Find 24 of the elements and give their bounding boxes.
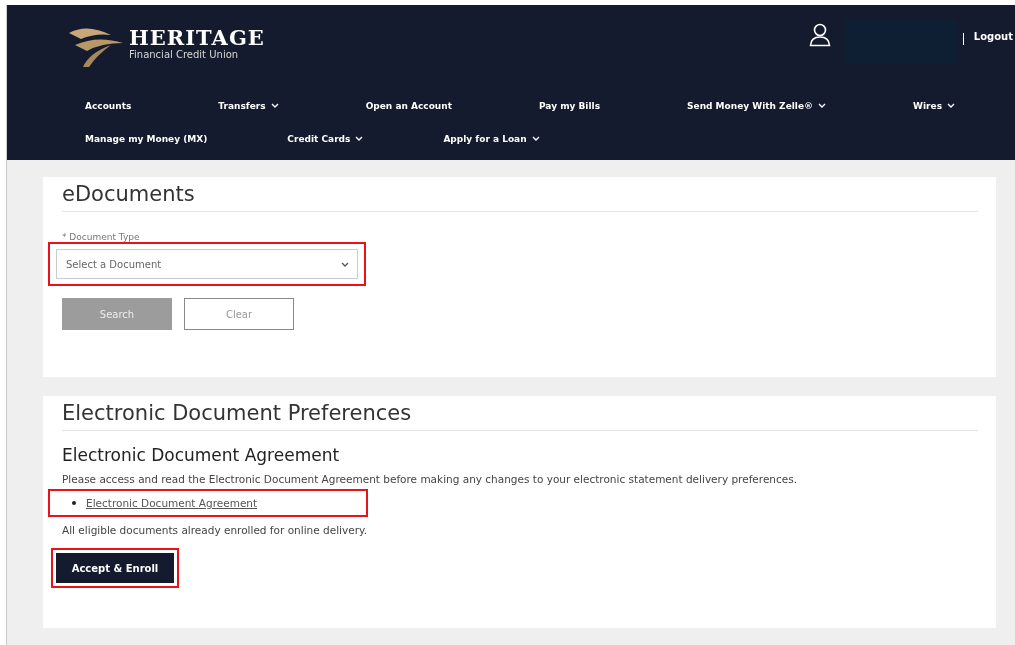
section-title: eDocuments [62,181,196,208]
nav-menu-item[interactable]: Pay my Bills [539,100,600,111]
nav-menu-item[interactable]: Manage my Money (MX) [85,133,208,144]
status-text: All eligible documents already enrolled for online delivery. [62,523,368,538]
section-title: Electronic Document Preferences [62,400,413,427]
nav-menu-item[interactable]: Transfers [218,100,279,111]
brand-tagline: Financial Credit Union [129,49,240,61]
agreement-link[interactable]: Electronic Document Agreement [86,497,258,509]
logout-link[interactable]: Logout [973,31,1015,42]
brand-name: HERITAGE [129,27,265,49]
nav-menu-item[interactable]: Accounts [85,100,132,111]
nav-menu-item[interactable]: Apply for a Loan [443,133,540,144]
field-label: * Document Type [62,232,141,242]
document-type-dropdown[interactable]: Select a Document [56,249,358,279]
nav-menu-item[interactable]: Credit Cards [287,133,364,144]
bullet-icon [72,501,76,505]
chevron-down-icon [341,261,349,267]
nav-menu-item[interactable]: Send Money With Zelle® [687,100,827,111]
user-icon [808,23,831,47]
nav-menu-item[interactable]: Open an Account [365,100,452,111]
accept-enroll-button[interactable]: Accept & Enroll [56,553,174,583]
subsection-title: Electronic Document Agreement [62,444,341,466]
intro-text: Please access and read the Electronic Document Agreement before making any changes to your electronic statement delivery preferences. [62,472,799,487]
nav-menu-item[interactable]: Wires [913,100,955,111]
